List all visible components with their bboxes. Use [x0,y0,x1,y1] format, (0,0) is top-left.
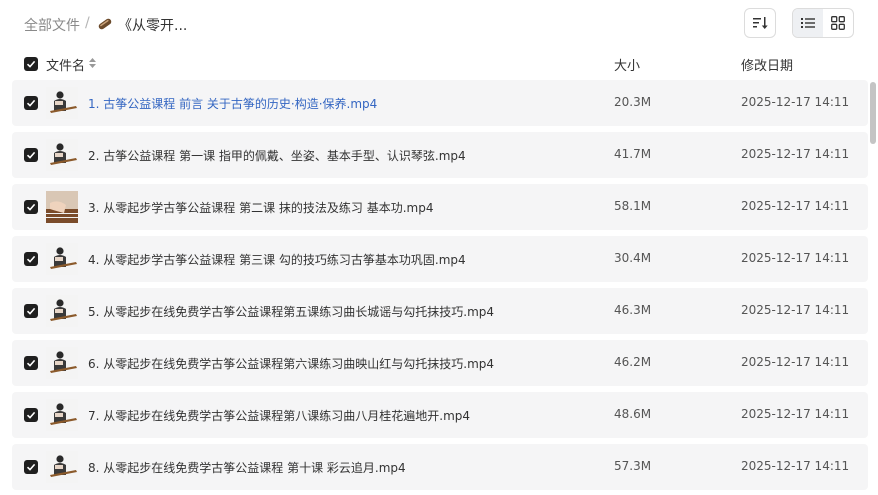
video-thumbnail[interactable] [46,191,78,223]
sort-icon [753,17,768,29]
check-icon [26,203,36,211]
file-date: 2025-12-17 14:11 [741,95,850,109]
file-name[interactable]: 5. 从零起步在线免费学古筝公益课程第五课练习曲长城谣与勾托抹技巧.mp4 [88,303,494,320]
check-icon [26,359,36,367]
video-thumbnail[interactable] [46,139,78,171]
file-name[interactable]: 7. 从零起步在线免费学古筝公益课程第八课练习曲八月桂花遍地开.mp4 [88,407,470,424]
row-checkbox[interactable] [24,408,38,422]
video-thumbnail[interactable] [46,87,78,119]
breadcrumb-root[interactable]: 全部文件 [24,15,80,35]
check-icon [26,463,36,471]
video-thumbnail[interactable] [46,243,78,275]
row-checkbox[interactable] [24,356,38,370]
file-date: 2025-12-17 14:11 [741,251,850,265]
grid-view-button[interactable] [823,9,853,37]
row-checkbox[interactable] [24,96,38,110]
column-size[interactable]: 大小 [614,55,640,74]
file-size: 57.3M [614,459,652,473]
file-size: 46.2M [614,355,652,369]
top-bar: 全部文件 / 《从零开... [0,0,878,48]
file-size: 46.3M [614,303,652,317]
file-row[interactable]: 8. 从零起步在线免费学古筝公益课程 第十课 彩云追月.mp4 57.3M 20… [12,444,868,490]
column-modified[interactable]: 修改日期 [741,55,793,74]
video-thumbnail[interactable] [46,295,78,327]
file-row[interactable]: 6. 从零起步在线免费学古筝公益课程第六课练习曲映山红与勾托抹技巧.mp4 46… [12,340,868,386]
file-size: 41.7M [614,147,652,161]
check-icon [26,255,36,263]
row-checkbox[interactable] [24,200,38,214]
file-row[interactable]: 1. 古筝公益课程 前言 关于古筝的历史·构造·保养.mp4 20.3M 202… [12,80,868,126]
sort-arrows-icon[interactable] [88,56,97,70]
sort-button[interactable] [744,8,776,38]
file-row[interactable]: 3. 从零起步学古筝公益课程 第二课 抹的技法及练习 基本功.mp4 58.1M… [12,184,868,230]
file-date: 2025-12-17 14:11 [741,355,850,369]
check-icon [26,307,36,315]
file-row[interactable]: 7. 从零起步在线免费学古筝公益课程第八课练习曲八月桂花遍地开.mp4 48.6… [12,392,868,438]
column-name[interactable]: 文件名 [46,55,85,74]
breadcrumb-separator: / [85,15,90,31]
scrollbar[interactable] [870,82,876,144]
row-checkbox[interactable] [24,252,38,266]
file-name[interactable]: 6. 从零起步在线免费学古筝公益课程第六课练习曲映山红与勾托抹技巧.mp4 [88,355,494,372]
file-row[interactable]: 4. 从零起步学古筝公益课程 第三课 勾的技巧练习古筝基本功巩固.mp4 30.… [12,236,868,282]
file-name[interactable]: 2. 古筝公益课程 第一课 指甲的佩戴、坐姿、基本手型、认识琴弦.mp4 [88,147,466,164]
video-thumbnail[interactable] [46,451,78,483]
row-checkbox[interactable] [24,148,38,162]
video-thumbnail[interactable] [46,399,78,431]
file-size: 20.3M [614,95,652,109]
row-checkbox[interactable] [24,460,38,474]
file-row[interactable]: 2. 古筝公益课程 第一课 指甲的佩戴、坐姿、基本手型、认识琴弦.mp4 41.… [12,132,868,178]
file-name[interactable]: 3. 从零起步学古筝公益课程 第二课 抹的技法及练习 基本功.mp4 [88,199,433,216]
check-icon [26,151,36,159]
grid-icon [831,16,845,30]
row-checkbox[interactable] [24,304,38,318]
view-toggle [792,8,854,38]
file-name[interactable]: 1. 古筝公益课程 前言 关于古筝的历史·构造·保养.mp4 [88,95,377,112]
video-thumbnail[interactable] [46,347,78,379]
folder-icon [96,15,114,33]
check-icon [26,60,36,68]
file-size: 58.1M [614,199,652,213]
file-name[interactable]: 4. 从零起步学古筝公益课程 第三课 勾的技巧练习古筝基本功巩固.mp4 [88,251,466,268]
file-row[interactable]: 5. 从零起步在线免费学古筝公益课程第五课练习曲长城谣与勾托抹技巧.mp4 46… [12,288,868,334]
file-date: 2025-12-17 14:11 [741,303,850,317]
list-view-button[interactable] [793,9,823,37]
file-date: 2025-12-17 14:11 [741,459,850,473]
list-icon [801,18,815,28]
file-name[interactable]: 8. 从零起步在线免费学古筝公益课程 第十课 彩云追月.mp4 [88,459,406,476]
breadcrumb-current: 《从零开... [118,18,188,34]
file-date: 2025-12-17 14:11 [741,407,850,421]
column-header: 文件名 大小 修改日期 [0,52,878,76]
check-icon [26,411,36,419]
file-size: 48.6M [614,407,652,421]
file-size: 30.4M [614,251,652,265]
select-all-checkbox[interactable] [24,57,38,71]
file-date: 2025-12-17 14:11 [741,147,850,161]
check-icon [26,99,36,107]
file-date: 2025-12-17 14:11 [741,199,850,213]
